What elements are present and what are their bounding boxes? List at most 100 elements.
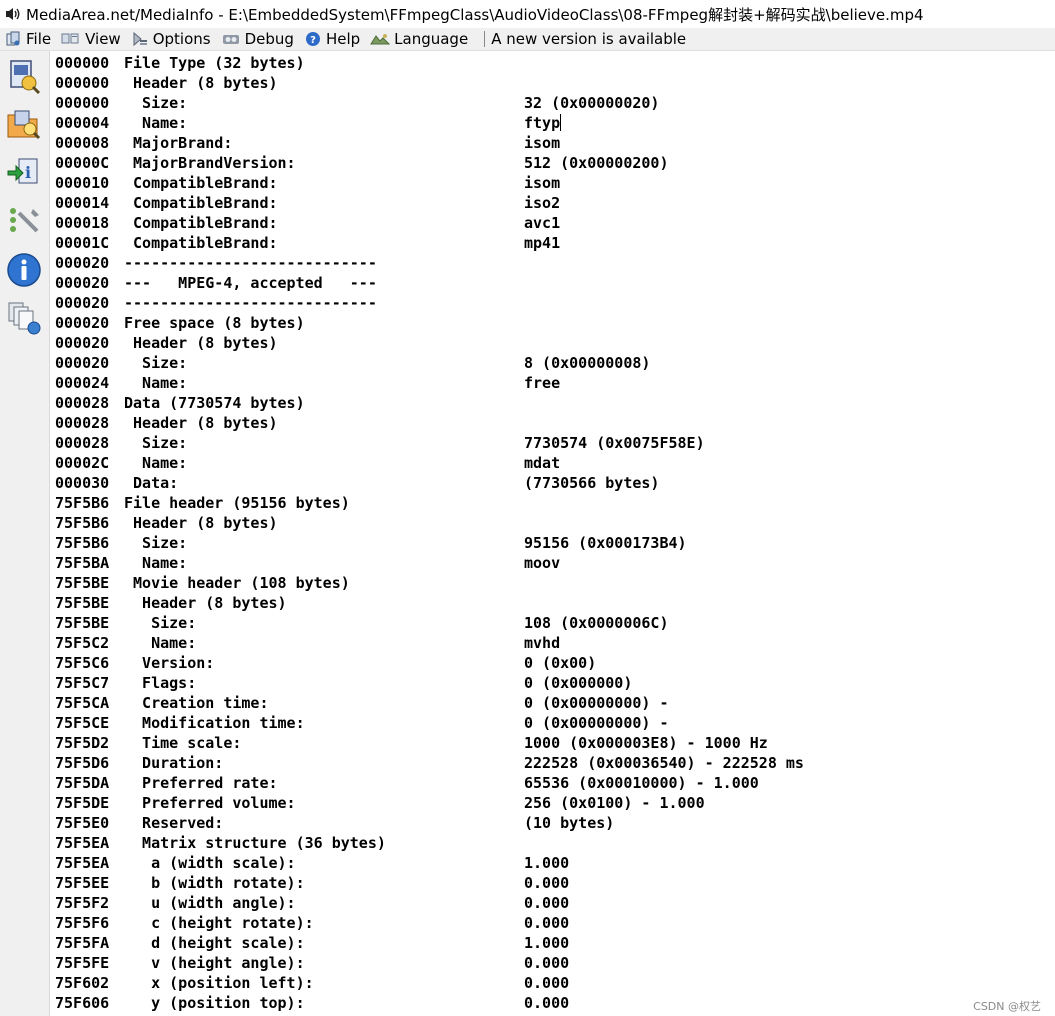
sidebar-preferences-button[interactable] <box>3 199 45 241</box>
row-field: v (height angle): <box>124 954 305 972</box>
title-bar: MediaArea.net/MediaInfo - E:\EmbeddedSys… <box>0 0 1055 28</box>
info-row: 000000 Header (8 bytes) <box>55 73 1055 93</box>
row-value: iso2 <box>524 193 560 213</box>
svg-text:i: i <box>25 163 31 182</box>
row-value-text: 0.000 <box>524 974 570 992</box>
row-field: Size: <box>124 434 188 452</box>
row-value: 512 (0x00000200) <box>524 153 669 173</box>
row-field: CompatibleBrand: <box>124 234 278 252</box>
info-row: 75F5EE b (width rotate): 0.000 <box>55 873 1055 893</box>
row-field: y (position top): <box>124 994 305 1012</box>
row-value-text: mdat <box>524 454 561 472</box>
row-field: d (height scale): <box>124 934 305 952</box>
sidebar-toolbar: i <box>0 51 50 1016</box>
row-field: x (position left): <box>124 974 314 992</box>
row-offset: 000004 <box>55 114 110 132</box>
row-value-text: mp41 <box>524 234 561 252</box>
new-version-notice[interactable]: A new version is available <box>491 30 686 48</box>
row-field: c (height rotate): <box>124 914 314 932</box>
row-value: 0 (0x000000) <box>524 673 632 693</box>
row-value: mdat <box>524 453 560 473</box>
info-row: 000010 CompatibleBrand: isom <box>55 173 1055 193</box>
info-row: 75F5BE Header (8 bytes) <box>55 593 1055 613</box>
row-field: Name: <box>124 114 188 132</box>
row-value-text: 108 (0x0000006C) <box>524 614 669 632</box>
row-field: a (width scale): <box>124 854 296 872</box>
row-field: Modification time: <box>124 714 305 732</box>
row-field: Version: <box>124 654 215 672</box>
row-offset: 75F5F6 <box>55 914 110 932</box>
sidebar-knowledge-button[interactable] <box>3 297 45 339</box>
menu-language[interactable]: Language <box>366 28 474 50</box>
info-row: 000020 Free space (8 bytes) <box>55 313 1055 333</box>
watermark: CSDN @权艺 <box>973 1000 1041 1013</box>
info-row: 75F5DA Preferred rate: 65536 (0x00010000)… <box>55 773 1055 793</box>
menu-view[interactable]: View <box>57 28 127 50</box>
row-offset: 75F5E0 <box>55 814 110 832</box>
row-offset: 000008 <box>55 134 110 152</box>
row-offset: 000000 <box>55 74 110 92</box>
sidebar-about-button[interactable] <box>3 249 45 291</box>
row-field: Name: <box>124 454 188 472</box>
row-value: mvhd <box>524 633 560 653</box>
info-row: 00002C Name: mdat <box>55 453 1055 473</box>
row-field: Header (8 bytes) <box>124 74 278 92</box>
row-value: 1.000 <box>524 853 569 873</box>
row-value: 108 (0x0000006C) <box>524 613 669 633</box>
info-row: 000020 ---------------------------- <box>55 253 1055 273</box>
row-offset: 75F5BE <box>55 594 110 612</box>
row-field: Reserved: <box>124 814 224 832</box>
menu-debug-label: Debug <box>244 30 294 48</box>
sidebar-export-button[interactable]: i <box>3 151 45 193</box>
row-value-text: 0 (0x00000000) - <box>524 694 669 712</box>
row-offset: 75F5B6 <box>55 534 110 552</box>
row-value-text: free <box>524 374 561 392</box>
menu-file[interactable]: File <box>0 28 57 50</box>
row-value-text: 0 (0x00000000) - <box>524 714 669 732</box>
row-field: MajorBrand: <box>124 134 233 152</box>
row-offset: 000030 <box>55 474 110 492</box>
row-field: u (width angle): <box>124 894 296 912</box>
row-field: Data (7730574 bytes) <box>124 394 305 412</box>
info-text-view[interactable]: 000000 File Type (32 bytes) 000000 Header … <box>50 51 1055 1016</box>
row-offset: 75F5D2 <box>55 734 110 752</box>
mediainfo-app-icon[interactable] <box>4 5 22 23</box>
menu-options[interactable]: Options <box>127 28 217 50</box>
row-offset: 75F5FA <box>55 934 110 952</box>
row-value: 256 (0x0100) - 1.000 <box>524 793 705 813</box>
info-row: 75F5BE Size: 108 (0x0000006C) <box>55 613 1055 633</box>
info-row: 75F5BA Name: moov <box>55 553 1055 573</box>
menu-help[interactable]: ? Help <box>300 28 366 50</box>
info-row: 75F5DE Preferred volume: 256 (0x0100) - 1… <box>55 793 1055 813</box>
sidebar-open-file-button[interactable] <box>3 55 45 97</box>
info-row: 000028 Size: 7730574 (0x0075F58E) <box>55 433 1055 453</box>
row-value-text: (7730566 bytes) <box>524 474 660 492</box>
row-value-text: 65536 (0x00010000) - 1.000 <box>524 774 759 792</box>
row-value-text: mvhd <box>524 634 561 652</box>
row-field: Size: <box>124 534 188 552</box>
info-row: 75F5FE v (height angle): 0.000 <box>55 953 1055 973</box>
row-field: ---------------------------- <box>124 254 377 272</box>
row-offset: 75F5D6 <box>55 754 110 772</box>
row-offset: 75F5DA <box>55 774 110 792</box>
row-offset: 75F5BE <box>55 614 110 632</box>
info-row: 000000 File Type (32 bytes) <box>55 53 1055 73</box>
row-offset: 000020 <box>55 294 110 312</box>
help-icon: ? <box>305 32 320 46</box>
row-field: Data: <box>124 474 179 492</box>
menu-debug[interactable]: Debug <box>217 28 300 50</box>
info-row: 75F5F2 u (width angle): 0.000 <box>55 893 1055 913</box>
row-field: Size: <box>124 354 188 372</box>
menu-language-label: Language <box>394 30 469 48</box>
row-offset: 75F5BE <box>55 574 110 592</box>
row-value-text: moov <box>524 554 561 572</box>
sidebar-open-folder-button[interactable] <box>3 103 45 145</box>
row-field: Header (8 bytes) <box>124 334 278 352</box>
row-offset: 75F5C2 <box>55 634 110 652</box>
row-field: ---------------------------- <box>124 294 377 312</box>
row-value-text: avc1 <box>524 214 561 232</box>
row-field: Header (8 bytes) <box>124 514 278 532</box>
row-offset: 00000C <box>55 154 110 172</box>
text-caret <box>560 114 562 131</box>
window-title: MediaArea.net/MediaInfo - E:\EmbeddedSys… <box>26 5 924 24</box>
